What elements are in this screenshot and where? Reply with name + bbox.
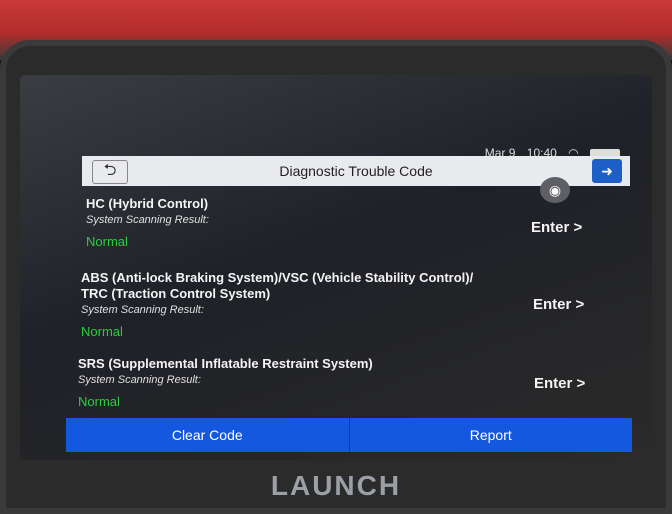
enter-button-abs[interactable]: Enter > [533, 296, 584, 313]
system-item-abs: ABS (Anti-lock Braking System)/VSC (Vehi… [81, 270, 491, 339]
system-title: SRS (Supplemental Inflatable Restraint S… [78, 356, 373, 371]
screenshot-button[interactable]: ◉ [540, 177, 570, 203]
enter-button-srs[interactable]: Enter > [534, 375, 585, 392]
system-subtitle: System Scanning Result: [78, 374, 201, 386]
system-status: Normal [81, 324, 123, 339]
system-subtitle: System Scanning Result: [86, 214, 209, 226]
clear-code-button[interactable]: Clear Code [66, 418, 349, 452]
back-button[interactable]: ⮌ [92, 160, 128, 184]
brand-logo: LAUNCH [270, 470, 402, 501]
system-item-hc: HC (Hybrid Control) System Scanning Resu… [86, 196, 506, 249]
action-bar: Clear Code Report [66, 418, 632, 452]
system-title: ABS (Anti-lock Braking System)/VSC (Vehi… [81, 270, 474, 301]
system-item-srs: SRS (Supplemental Inflatable Restraint S… [78, 356, 498, 409]
exit-button[interactable]: ➜ [592, 159, 622, 183]
enter-button-hc[interactable]: Enter > [531, 219, 582, 236]
system-title: HC (Hybrid Control) [86, 196, 209, 211]
camera-icon: ◉ [548, 181, 562, 198]
page-title: Diagnostic Trouble Code [279, 163, 433, 179]
system-status: Normal [86, 234, 128, 249]
system-status: Normal [78, 394, 120, 409]
back-arrow-icon: ⮌ [103, 161, 117, 179]
system-subtitle: System Scanning Result: [81, 304, 204, 316]
report-button[interactable]: Report [348, 418, 632, 452]
exit-icon: ➜ [601, 162, 613, 179]
